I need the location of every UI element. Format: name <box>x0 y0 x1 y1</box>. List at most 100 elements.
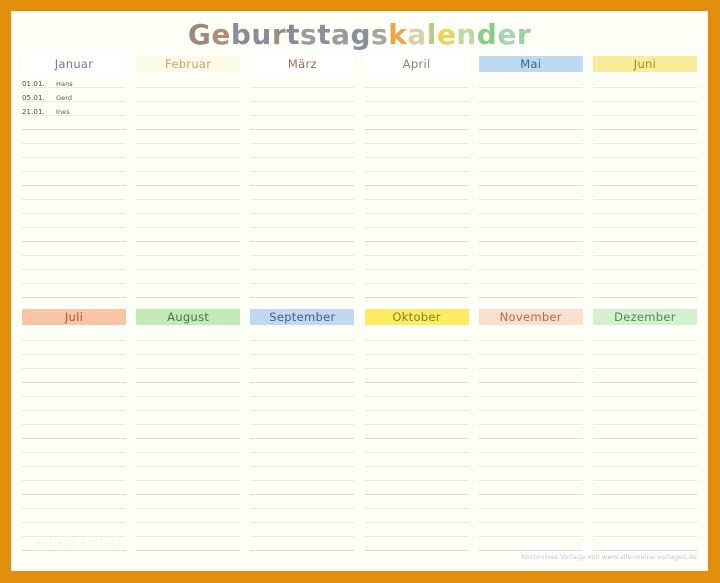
calendar-line[interactable] <box>592 102 697 116</box>
calendar-line[interactable] <box>364 158 469 172</box>
calendar-line[interactable] <box>478 102 583 116</box>
calendar-line[interactable] <box>478 523 583 537</box>
calendar-line[interactable] <box>136 200 241 214</box>
calendar-line[interactable] <box>22 523 126 537</box>
calendar-line[interactable] <box>592 425 697 439</box>
calendar-line[interactable] <box>250 467 355 481</box>
calendar-line[interactable] <box>22 256 126 270</box>
calendar-line[interactable] <box>364 144 469 158</box>
calendar-line[interactable] <box>478 228 583 242</box>
calendar-line[interactable] <box>136 144 241 158</box>
calendar-line[interactable]: 01.01. Hans <box>22 74 126 88</box>
calendar-line[interactable] <box>250 130 355 144</box>
calendar-line[interactable] <box>22 481 126 495</box>
calendar-line[interactable] <box>364 425 469 439</box>
calendar-line[interactable] <box>22 270 126 284</box>
calendar-line[interactable] <box>478 439 583 453</box>
calendar-line[interactable] <box>136 355 241 369</box>
calendar-line[interactable] <box>364 130 469 144</box>
calendar-line[interactable] <box>478 355 583 369</box>
calendar-line[interactable] <box>592 186 697 200</box>
calendar-line[interactable] <box>22 397 126 411</box>
calendar-line[interactable] <box>478 537 583 551</box>
birthday-entry[interactable]: 05.01. Gerd <box>22 88 72 102</box>
birthday-entry[interactable]: 01.01. Hans <box>22 74 73 88</box>
calendar-line[interactable] <box>592 256 697 270</box>
calendar-line[interactable] <box>250 397 355 411</box>
calendar-line[interactable] <box>136 284 241 298</box>
calendar-line[interactable] <box>478 214 583 228</box>
calendar-line[interactable] <box>250 523 355 537</box>
calendar-line[interactable] <box>364 214 469 228</box>
calendar-line[interactable] <box>22 327 126 341</box>
calendar-line[interactable] <box>592 355 697 369</box>
calendar-line[interactable] <box>250 369 355 383</box>
calendar-line[interactable] <box>592 397 697 411</box>
calendar-line[interactable] <box>136 256 241 270</box>
calendar-line[interactable] <box>22 411 126 425</box>
calendar-line[interactable] <box>250 383 355 397</box>
calendar-line[interactable] <box>22 509 126 523</box>
calendar-line[interactable]: 21.01. Ines <box>22 102 126 116</box>
calendar-line[interactable] <box>364 242 469 256</box>
calendar-line[interactable] <box>592 158 697 172</box>
calendar-line[interactable] <box>478 495 583 509</box>
calendar-line[interactable] <box>250 439 355 453</box>
calendar-line[interactable] <box>592 481 697 495</box>
calendar-line[interactable] <box>592 200 697 214</box>
calendar-line[interactable] <box>136 453 241 467</box>
calendar-line[interactable] <box>364 509 469 523</box>
calendar-line[interactable] <box>364 369 469 383</box>
calendar-line[interactable] <box>250 355 355 369</box>
calendar-line[interactable] <box>136 397 241 411</box>
calendar-line[interactable] <box>478 158 583 172</box>
calendar-line[interactable] <box>364 495 469 509</box>
calendar-line[interactable] <box>22 242 126 256</box>
calendar-line[interactable] <box>364 467 469 481</box>
calendar-line[interactable] <box>364 284 469 298</box>
calendar-line[interactable] <box>364 481 469 495</box>
calendar-line[interactable] <box>250 88 355 102</box>
calendar-line[interactable] <box>478 397 583 411</box>
calendar-line[interactable] <box>22 116 126 130</box>
calendar-line[interactable] <box>136 369 241 383</box>
calendar-line[interactable] <box>22 439 126 453</box>
calendar-line[interactable] <box>136 341 241 355</box>
calendar-line[interactable] <box>592 467 697 481</box>
footer-credit-link[interactable]: Kostenlose Vorlage von www.alle-meine-vo… <box>522 553 697 561</box>
calendar-line[interactable] <box>364 439 469 453</box>
calendar-line[interactable] <box>136 509 241 523</box>
calendar-line[interactable] <box>592 228 697 242</box>
calendar-line[interactable] <box>136 481 241 495</box>
calendar-line[interactable] <box>250 270 355 284</box>
calendar-line[interactable] <box>478 88 583 102</box>
calendar-line[interactable] <box>22 284 126 298</box>
calendar-line[interactable] <box>136 158 241 172</box>
calendar-line[interactable] <box>478 453 583 467</box>
calendar-line[interactable] <box>136 411 241 425</box>
calendar-line[interactable] <box>22 186 126 200</box>
calendar-line[interactable] <box>592 439 697 453</box>
calendar-line[interactable] <box>136 74 241 88</box>
calendar-line[interactable] <box>136 130 241 144</box>
calendar-line[interactable] <box>364 102 469 116</box>
calendar-line[interactable] <box>22 228 126 242</box>
calendar-line[interactable] <box>364 383 469 397</box>
calendar-line[interactable] <box>592 242 697 256</box>
calendar-line[interactable] <box>478 256 583 270</box>
calendar-line[interactable] <box>136 383 241 397</box>
calendar-line[interactable] <box>22 341 126 355</box>
calendar-line[interactable] <box>22 355 126 369</box>
calendar-line[interactable] <box>250 256 355 270</box>
calendar-line[interactable] <box>478 467 583 481</box>
calendar-line[interactable] <box>250 495 355 509</box>
calendar-line[interactable] <box>364 523 469 537</box>
birthday-entry[interactable]: 21.01. Ines <box>22 102 70 116</box>
calendar-line[interactable] <box>22 144 126 158</box>
calendar-line[interactable] <box>364 341 469 355</box>
calendar-line[interactable] <box>364 74 469 88</box>
calendar-line[interactable] <box>592 327 697 341</box>
calendar-line[interactable] <box>478 200 583 214</box>
calendar-line[interactable] <box>364 186 469 200</box>
calendar-line[interactable] <box>478 242 583 256</box>
